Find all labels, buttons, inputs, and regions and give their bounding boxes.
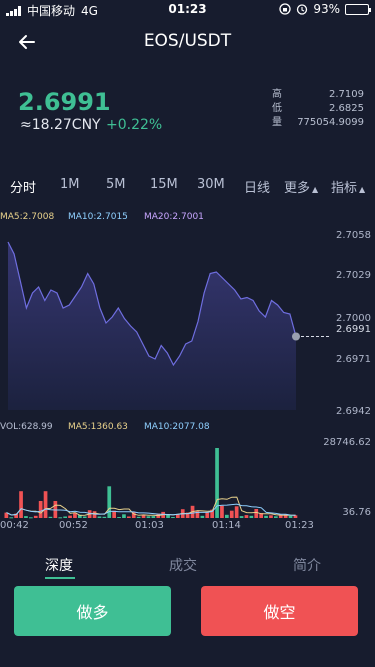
volume-bar xyxy=(24,516,28,518)
volume-bar xyxy=(136,516,141,518)
volume-ma10-line xyxy=(6,503,296,516)
price-change: +0.22% xyxy=(106,117,163,133)
caret-icon: ▲ xyxy=(312,185,319,194)
tab-trades[interactable]: 成交 xyxy=(169,555,197,575)
volume-bar xyxy=(97,516,102,518)
tab-more[interactable]: 更多 ▲ xyxy=(284,177,318,196)
volume-bar xyxy=(205,512,210,518)
x-tick: 01:14 xyxy=(212,520,241,531)
volume-bar xyxy=(63,516,67,518)
ticker-stats: 高 2.7109 低 2.6825 量 775054.9099 xyxy=(272,88,364,130)
volume-value: VOL:628.99 xyxy=(0,422,53,432)
volume-bar xyxy=(43,491,48,518)
x-tick: 01:03 xyxy=(135,520,164,531)
tab-30m[interactable]: 30M xyxy=(197,177,225,192)
active-tab-indicator xyxy=(45,577,75,579)
volume-bar xyxy=(19,491,23,518)
volume-bar xyxy=(288,515,293,518)
go-long-button[interactable]: 做多 xyxy=(14,586,171,636)
x-tick: 00:42 xyxy=(0,520,29,531)
volume-bar xyxy=(141,515,146,518)
volume-bar xyxy=(117,517,121,518)
go-short-button[interactable]: 做空 xyxy=(201,586,358,636)
status-bar: 中国移动 4G 01:23 93% xyxy=(0,0,375,20)
volume-bar xyxy=(200,515,205,518)
stat-high: 高 2.7109 xyxy=(272,89,364,100)
last-price: 2.6991 xyxy=(18,88,111,116)
tab-depth[interactable]: 深度 xyxy=(45,555,73,575)
volume-bar xyxy=(127,516,131,518)
volume-bar xyxy=(146,516,151,518)
volume-bar xyxy=(225,514,229,518)
volume-bar xyxy=(122,514,126,518)
price-area xyxy=(8,242,296,410)
volume-bar xyxy=(9,517,14,519)
volume-bar xyxy=(82,516,87,518)
volume-bar xyxy=(166,514,170,518)
volume-bar xyxy=(264,515,268,518)
volume-bar xyxy=(151,516,156,518)
volume-bar xyxy=(274,516,278,518)
tab-1m[interactable]: 1M xyxy=(60,177,80,192)
volume-bar xyxy=(234,506,239,518)
tab-daily[interactable]: 日线 xyxy=(244,177,270,196)
stat-volume: 量 775054.9099 xyxy=(272,117,364,128)
volume-bar xyxy=(68,515,72,518)
status-right: 93% xyxy=(279,2,371,16)
page-title: EOS/USDT xyxy=(143,31,232,51)
tab-indicators-label: 指标 xyxy=(331,181,358,196)
volume-ma10: MA10:2077.08 xyxy=(144,422,210,432)
volume-bar xyxy=(171,517,175,518)
battery-icon xyxy=(345,3,371,15)
volume-bar xyxy=(102,516,107,518)
x-tick: 00:52 xyxy=(59,520,88,531)
volume-bar xyxy=(244,515,249,518)
volume-bar xyxy=(239,516,244,518)
tab-5m[interactable]: 5M xyxy=(106,177,126,192)
detail-tabs: 深度 成交 简介 xyxy=(0,553,375,579)
volume-bar xyxy=(254,509,259,518)
volume-bar xyxy=(107,486,112,518)
volume-bar xyxy=(229,510,234,518)
navigation-bar: EOS/USDT xyxy=(0,20,375,64)
volume-chart[interactable] xyxy=(0,440,375,520)
volume-bar xyxy=(269,515,273,518)
volume-bar xyxy=(48,516,53,518)
volume-bar xyxy=(220,505,224,518)
current-price-dot xyxy=(292,332,300,341)
price-chart[interactable] xyxy=(0,216,375,416)
tab-intro[interactable]: 简介 xyxy=(293,555,321,575)
alarm-icon xyxy=(297,4,308,15)
caret-icon: ▲ xyxy=(359,185,366,194)
timeframe-tabs: 分时 1M 5M 15M 30M 日线 更多 ▲ 指标 ▲ xyxy=(0,174,375,198)
volume-bar xyxy=(38,501,43,518)
tab-indicators[interactable]: 指标 ▲ xyxy=(331,177,365,196)
orientation-lock-icon xyxy=(279,3,291,15)
cny-price: ≈18.27CNY xyxy=(20,117,101,133)
battery-percent: 93% xyxy=(313,2,340,16)
x-tick: 01:23 xyxy=(285,520,314,531)
volume-bar xyxy=(249,515,254,518)
tab-time-sharing[interactable]: 分时 xyxy=(10,177,36,196)
volume-ma5: MA5:1360.63 xyxy=(68,422,128,432)
tab-more-label: 更多 xyxy=(284,181,311,196)
stat-low: 低 2.6825 xyxy=(272,103,364,114)
volume-bar xyxy=(33,515,38,518)
volume-bar xyxy=(29,517,33,519)
tab-15m[interactable]: 15M xyxy=(150,177,178,192)
volume-bar xyxy=(58,517,63,519)
time-axis: 00:42 00:52 01:03 01:14 01:23 xyxy=(0,520,375,534)
